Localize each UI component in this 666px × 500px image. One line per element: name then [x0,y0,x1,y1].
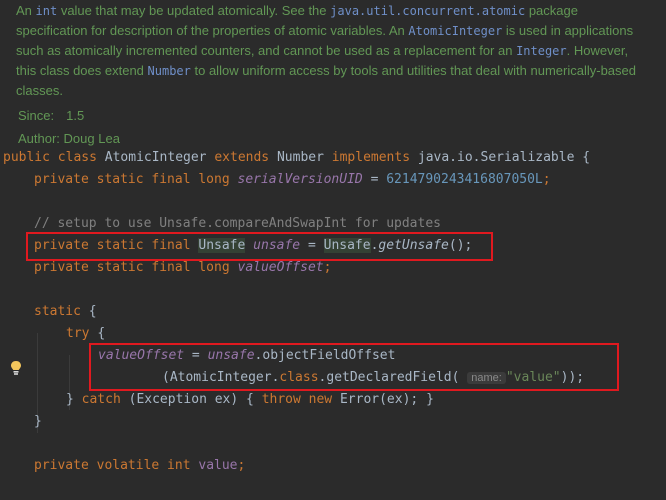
code-editor[interactable]: public class AtomicInteger extends Numbe… [0,147,666,500]
integer-link[interactable]: Integer [516,44,567,58]
code-number: Number [147,64,191,78]
javadoc-description: An int value that may be updated atomica… [16,3,636,98]
since-tag: Since: 1.5 [18,108,85,123]
code-line-static: static { [34,304,97,319]
code-line-value: private volatile int value; [34,458,246,473]
author-tag: Author: Doug Lea [18,131,120,146]
javadoc-panel: An int value that may be updated atomica… [0,0,666,147]
highlight-box-unsafe [26,232,493,261]
code-line-class-decl: public class AtomicInteger extends Numbe… [3,150,591,165]
code-int: int [35,4,58,18]
code-atomicinteger: AtomicInteger [408,24,503,38]
code-line-try: try { [66,326,106,341]
lightbulb-icon[interactable] [10,360,22,376]
code-line-static-close: } [34,414,42,429]
package-link[interactable]: java.util.concurrent.atomic [330,4,525,18]
highlight-box-offset [89,343,619,391]
code-line-catch: } catch (Exception ex) { throw new Error… [66,392,434,407]
code-line-serial: private static final long serialVersionU… [34,172,551,187]
